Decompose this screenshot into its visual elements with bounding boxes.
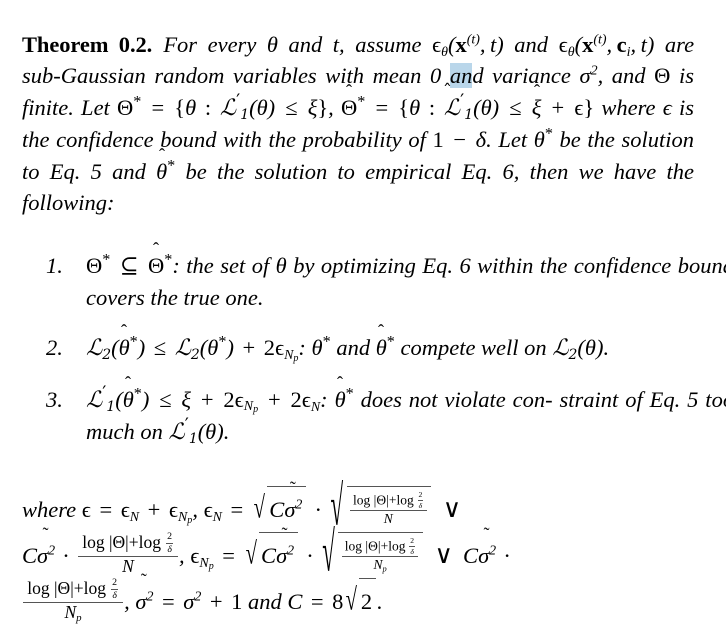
definition-line-1: where ϵ = ϵN + ϵNp, ϵN = √C̃σ2 · √log |Θ… (22, 475, 462, 537)
epsilon-definition-block: where ϵ = ϵN + ϵNp, ϵN = √C̃σ2 · √log |Θ… (22, 475, 712, 624)
fraction-log-over-Np-2: log |Θ|+log 2 δ Np (23, 577, 123, 624)
sqrt-log-over-N: √ log |Θ|+log 2δN (331, 478, 432, 534)
theorem-label: Theorem 0.2. (22, 31, 153, 57)
sqrt-C-sigma-sq: √C̃σ2 (253, 486, 306, 532)
theta-hat-star: ̂Θ (340, 94, 358, 120)
sqrt-log-over-Np: √ log |Θ|+log 2 δ Np (322, 524, 423, 580)
definition-line-2: C̃σ2 · log |Θ|+log 2δN, ϵNp = √C̃σ2 · √l… (22, 521, 511, 583)
highlighted-word: mean 0 and variance (372, 63, 571, 88)
theorem-conclusions-list: 1. Θ* ⊆ ̂Θ*: the set of θ by optimizing … (46, 250, 726, 468)
fraction-log-over-N-2: log |Θ|+log 2δN (78, 531, 178, 576)
list-item-content: Θ* ⊆ ̂Θ*: the set of θ by optimizing Eq.… (86, 250, 726, 310)
theorem-statement: Theorem 0.2. For every θ and t, assume ϵθ… (22, 29, 694, 219)
theta-hat: ̂θ (156, 158, 168, 184)
list-item-content: ℒ′1(̂θ*) ≤ ξ + 2ϵNp + 2ϵN: ̂θ* does not … (86, 381, 726, 447)
fraction-log-over-Np: log |Θ|+log 2 δ Np (341, 537, 419, 573)
theorem-text-run: For every θ and t, assume ϵθ(x(t), t) an… (22, 31, 695, 216)
text-selection-highlight: an (449, 63, 473, 88)
list-item: 1. Θ* ⊆ ̂Θ*: the set of θ by optimizing … (46, 250, 726, 313)
list-item-number: 1. (46, 253, 63, 278)
sqrt-C-sigma-sq-2: √C̃σ2 (245, 532, 298, 578)
list-item-number: 3. (46, 386, 63, 412)
list-item-number: 2. (46, 335, 63, 360)
document-page: Theorem 0.2. For every θ and t, assume ϵθ… (0, 0, 726, 636)
fraction-log-over-N: log |Θ|+log 2δN (350, 491, 427, 526)
list-item: 2. ℒ2(̂θ*) ≤ ℒ2(θ*) + 2ϵNp: θ* and ̂θ* c… (46, 332, 726, 365)
list-item-content: ℒ2(̂θ*) ≤ ℒ2(θ*) + 2ϵNp: θ* and ̂θ* comp… (86, 332, 610, 365)
definition-line-3: log |Θ|+log 2δNp, ̃σ2 = σ2 + 1 and C = 8… (22, 577, 712, 624)
theorem-block: Theorem 0.2. For every θ and t, assume ϵθ… (22, 6, 694, 241)
sqrt-two: √ 2 (345, 578, 376, 624)
list-item: 3. ℒ′1(̂θ*) ≤ ξ + 2ϵNp + 2ϵN: ̂θ* does n… (46, 381, 726, 449)
